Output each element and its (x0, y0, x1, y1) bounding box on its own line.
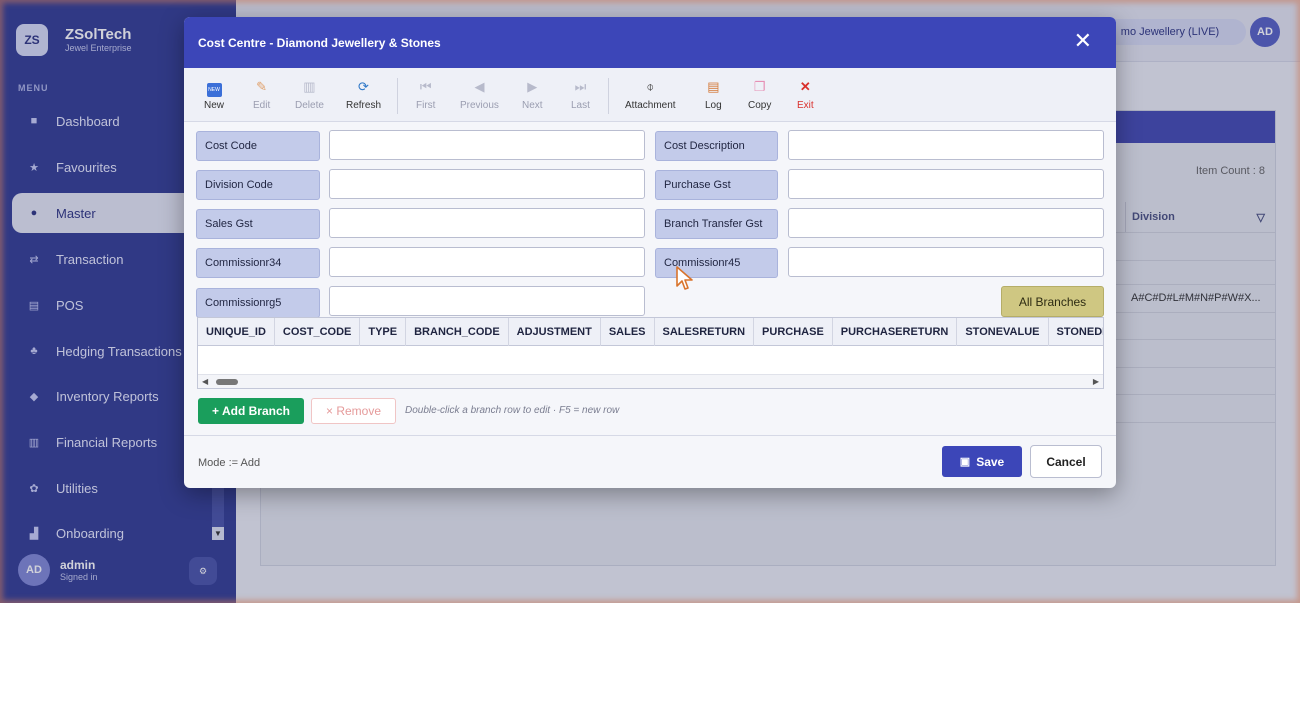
last-icon: ⏭ (574, 79, 587, 94)
commissionr45-label: Commissionr45 (655, 248, 778, 278)
column-header[interactable]: STONEVALUE (957, 318, 1049, 346)
previous-icon: ◀ (474, 79, 485, 94)
purchase-gst-field[interactable] (788, 169, 1104, 199)
cost-centre-dialog: Cost Centre - Diamond Jewellery & Stones… (184, 17, 1116, 488)
dialog-header: Cost Centre - Diamond Jewellery & Stones… (184, 17, 1116, 68)
mode-indicator: Mode := Add (198, 457, 261, 469)
mouse-cursor-icon (676, 266, 693, 290)
new-icon: NEW (206, 79, 222, 97)
column-header[interactable]: UNIQUE_ID (198, 318, 275, 346)
column-header[interactable]: PURCHASERETURN (833, 318, 958, 346)
commissionr34-label: Commissionr34 (196, 248, 320, 278)
all-branches-button[interactable]: All Branches (1001, 286, 1104, 317)
edit-button[interactable]: ✎ Edit (253, 79, 270, 111)
cancel-button[interactable]: Cancel (1030, 445, 1102, 478)
grid-header: UNIQUE_ID COST_CODE TYPE BRANCH_CODE ADJ… (198, 318, 1103, 346)
attachment-button[interactable]: ⌽ Attachment (625, 79, 676, 111)
branch-transfer-gst-field[interactable] (788, 208, 1104, 238)
save-label: Save (976, 454, 1005, 469)
save-button[interactable]: ▣ Save (942, 446, 1022, 477)
scrollbar-thumb[interactable] (216, 379, 238, 385)
purchase-gst-label: Purchase Gst (655, 170, 778, 200)
add-branch-button[interactable]: + Add Branch (198, 398, 304, 424)
exit-button[interactable]: ✕ Exit (797, 79, 814, 111)
cost-description-label: Cost Description (655, 131, 778, 161)
column-header[interactable]: COST_CODE (275, 318, 361, 346)
previous-button[interactable]: ◀ Previous (460, 79, 499, 111)
remove-button[interactable]: × Remove (311, 398, 396, 424)
branch-transfer-gst-label: Branch Transfer Gst (655, 209, 778, 239)
trash-icon: ▥ (303, 79, 316, 94)
last-button[interactable]: ⏭ Last (571, 79, 590, 111)
floppy-disk-icon: ▣ (959, 456, 971, 468)
copy-button[interactable]: ❐ Copy (748, 79, 771, 111)
log-button[interactable]: ▤ Log (705, 79, 722, 111)
division-code-label: Division Code (196, 170, 320, 200)
app-window: ZS ZSolTech Jewel Enterprise MENU ■ Dash… (0, 0, 1300, 603)
cost-description-field[interactable] (788, 130, 1104, 160)
column-header[interactable]: ADJUSTMENT (509, 318, 601, 346)
column-header[interactable]: TYPE (360, 318, 407, 346)
copy-icon: ❐ (753, 79, 766, 94)
column-header[interactable]: SALES (601, 318, 655, 346)
delete-button[interactable]: ▥ Delete (295, 79, 324, 111)
new-button[interactable]: NEW New (204, 79, 224, 111)
scroll-left-icon[interactable]: ◀ (202, 377, 208, 386)
paperclip-icon: ⌽ (646, 79, 655, 94)
column-header[interactable]: BRANCH_CODE (406, 318, 509, 346)
commissionrg5-label: Commissionrg5 (196, 288, 320, 318)
footer-divider (184, 435, 1116, 436)
next-button[interactable]: ▶ Next (522, 79, 543, 111)
scroll-right-icon[interactable]: ▶ (1093, 377, 1099, 386)
next-icon: ▶ (527, 79, 538, 94)
toolbar-separator (608, 78, 609, 114)
grid-hint: Double-click a branch row to edit · F5 =… (405, 405, 620, 416)
pencil-icon: ✎ (256, 79, 268, 94)
division-code-field[interactable] (329, 169, 645, 199)
toolbar: NEW New ✎ Edit ▥ Delete ⟳ Refresh ⏮ Firs… (184, 68, 1116, 122)
commissionr45-field[interactable] (788, 247, 1104, 277)
commissionr34-field[interactable] (329, 247, 645, 277)
close-icon[interactable]: ✕ (1074, 30, 1092, 52)
dialog-title: Cost Centre - Diamond Jewellery & Stones (198, 36, 441, 50)
branch-grid[interactable]: UNIQUE_ID COST_CODE TYPE BRANCH_CODE ADJ… (197, 317, 1104, 389)
column-header[interactable]: STONEDIFF (1049, 318, 1103, 346)
first-button[interactable]: ⏮ First (416, 79, 435, 111)
refresh-icon: ⟳ (358, 79, 369, 94)
log-icon: ▤ (707, 79, 720, 94)
refresh-button[interactable]: ⟳ Refresh (346, 79, 381, 111)
cost-code-field[interactable] (329, 130, 645, 160)
commissionrg5-field[interactable] (329, 286, 645, 316)
column-header[interactable]: PURCHASE (754, 318, 833, 346)
grid-horizontal-scrollbar[interactable]: ◀ ▶ (198, 374, 1103, 388)
first-icon: ⏮ (419, 79, 432, 94)
column-header[interactable]: SALESRETURN (655, 318, 755, 346)
toolbar-separator (397, 78, 398, 114)
sales-gst-label: Sales Gst (196, 209, 320, 239)
cost-code-label: Cost Code (196, 131, 320, 161)
sales-gst-field[interactable] (329, 208, 645, 238)
exit-icon: ✕ (799, 79, 811, 94)
